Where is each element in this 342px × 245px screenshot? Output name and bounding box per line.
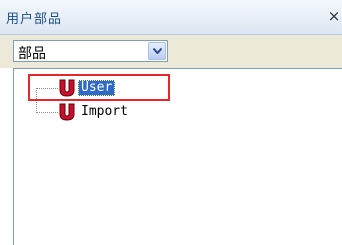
category-select-value: 部品 [18, 46, 46, 62]
u-component-icon [59, 103, 75, 121]
tree-item-import[interactable]: Import [59, 103, 169, 123]
panel-title: 用户部品 [6, 12, 63, 27]
tree-item-label: Import [81, 104, 128, 119]
close-icon[interactable]: × [326, 7, 342, 25]
user-components-panel: 用户部品 × 部品 User Import [0, 0, 342, 245]
chevron-down-icon[interactable] [148, 42, 166, 60]
tree-connector [36, 112, 58, 113]
category-select[interactable]: 部品 [13, 40, 168, 62]
highlight-box [28, 74, 170, 101]
panel-titlebar: 用户部品 × [0, 0, 342, 35]
